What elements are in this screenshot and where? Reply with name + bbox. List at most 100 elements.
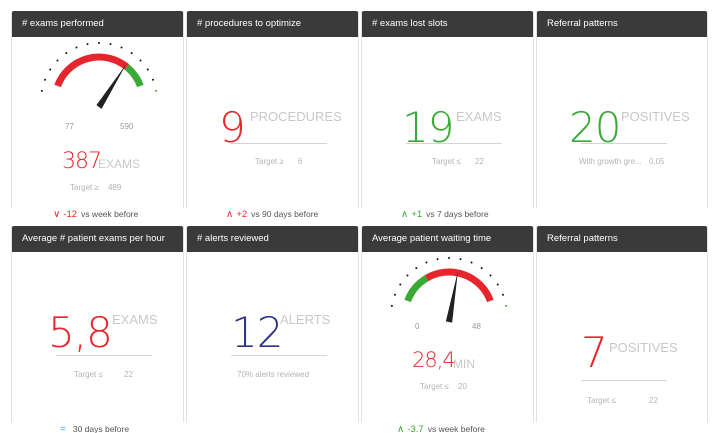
kpi-unit: EXAMS bbox=[456, 109, 502, 124]
kpi-unit: EXAMS bbox=[112, 312, 158, 327]
gauge-tick-dot bbox=[480, 267, 483, 270]
gauge-band-green bbox=[124, 64, 144, 88]
target-value: 22 bbox=[124, 370, 133, 379]
chevron-down-icon: ∨ bbox=[53, 209, 61, 220]
gauge-tick-dot bbox=[40, 89, 43, 92]
divider bbox=[581, 143, 667, 144]
tile-title: Referral patterns bbox=[537, 226, 707, 252]
delta-value: +2 bbox=[236, 209, 248, 220]
kpi-unit: POSITIVES bbox=[609, 340, 678, 355]
target-label: Target ≥ bbox=[255, 157, 284, 166]
delta-value: +1 bbox=[411, 209, 423, 220]
gauge-min-label: 0 bbox=[415, 322, 420, 331]
target-value: 6 bbox=[298, 157, 303, 166]
target-value: 22 bbox=[475, 157, 484, 166]
gauge-band-red bbox=[424, 268, 494, 303]
gauge-min-label: 77 bbox=[65, 122, 74, 131]
target-row: Target ≥ 489 bbox=[70, 183, 121, 192]
target-row: Target ≤ 20 bbox=[420, 382, 467, 391]
target-value: 489 bbox=[108, 183, 122, 192]
kpi-tile-referral-patterns-2[interactable]: Referral patterns 7 POSITIVES Target ≤ 2… bbox=[536, 226, 708, 422]
kpi-unit: MIN bbox=[453, 357, 475, 371]
gauge-tick-dot bbox=[425, 261, 428, 264]
target-row: Target ≤ 22 bbox=[74, 370, 133, 379]
target-label: With growth gre... bbox=[579, 157, 642, 166]
gauge-tick-dot bbox=[390, 304, 393, 307]
gauge-tick-dot bbox=[415, 267, 418, 270]
gauge-tick-dot bbox=[49, 68, 52, 71]
gauge-tick-dot bbox=[155, 89, 158, 92]
gauge-tick-dot bbox=[120, 46, 123, 49]
kpi-tile-exams-performed[interactable]: # exams performed 77 590 387 EXAMS Targe… bbox=[11, 11, 184, 208]
divider bbox=[406, 143, 502, 144]
gauge-tick-dot bbox=[130, 52, 133, 55]
gauge-tick-dot bbox=[146, 68, 149, 71]
target-label: Target ≥ bbox=[70, 183, 99, 192]
divider bbox=[56, 355, 152, 356]
kpi-value: 7 bbox=[581, 328, 608, 377]
gauge-tick-dot bbox=[109, 43, 112, 46]
tile-footer-exams-lost-slots: ∧ +1 vs 7 days before bbox=[401, 209, 489, 220]
gauge-needle bbox=[445, 270, 458, 323]
tile-footer-procedures: ∧ +2 vs 90 days before bbox=[226, 209, 318, 220]
gauge-chart bbox=[40, 42, 158, 109]
target-label: Target ≤ bbox=[587, 396, 616, 405]
tile-title: Average # patient exams per hour bbox=[12, 226, 183, 252]
divider bbox=[581, 380, 667, 381]
kpi-value: 5,8 bbox=[48, 308, 113, 357]
gauge-tick-dot bbox=[496, 283, 499, 286]
footer-text: vs week before bbox=[81, 209, 139, 219]
footer-text: vs 7 days before bbox=[426, 209, 489, 219]
kpi-unit: ALERTS bbox=[280, 312, 331, 327]
gauge-tick-dot bbox=[459, 258, 462, 261]
gauge-tick-dot bbox=[505, 304, 508, 307]
gauge-tick-dot bbox=[86, 43, 89, 46]
gauge-chart bbox=[390, 257, 508, 323]
chevron-up-icon: ∧ bbox=[226, 209, 234, 220]
tile-title: Average patient waiting time bbox=[362, 226, 533, 252]
target-label: Target ≤ bbox=[420, 382, 449, 391]
tile-footer-waiting-time: ∧ -3.7 vs week before bbox=[397, 424, 485, 433]
divider bbox=[231, 355, 327, 356]
target-row: Target ≤ 22 bbox=[587, 396, 658, 405]
target-label: Target ≤ bbox=[74, 370, 103, 379]
footer-text: vs 90 days before bbox=[251, 209, 319, 219]
kpi-tile-exams-lost-slots[interactable]: # exams lost slots 19 EXAMS Target ≤ 22 bbox=[361, 11, 534, 208]
divider bbox=[231, 143, 327, 144]
gauge-tick-dot bbox=[436, 258, 439, 261]
delta-value: -3.7 bbox=[407, 424, 424, 433]
footer-text: vs week before bbox=[427, 424, 485, 433]
gauge-tick-dot bbox=[44, 78, 47, 81]
gauge-tick-dot bbox=[139, 59, 142, 62]
kpi-unit: POSITIVES bbox=[621, 109, 690, 124]
kpi-tile-referral-patterns-1[interactable]: Referral patterns 20 POSITIVES With grow… bbox=[536, 11, 708, 208]
gauge-tick-dot bbox=[501, 293, 504, 296]
gauge-tick-dot bbox=[65, 52, 68, 55]
gauge-tick-dot bbox=[470, 261, 473, 264]
kpi-unit: EXAMS bbox=[98, 157, 141, 171]
tile-title: # exams performed bbox=[12, 11, 183, 37]
kpi-value: 12 bbox=[231, 308, 283, 357]
target-row: Target ≤ 22 bbox=[432, 157, 484, 166]
target-row: With growth gre... 0,05 bbox=[579, 157, 665, 166]
tile-footer-exams-per-hour: = 30 days before bbox=[60, 424, 129, 433]
chevron-up-icon: ∧ bbox=[397, 424, 405, 433]
kpi-value: 28,4 bbox=[412, 348, 456, 372]
tile-title: # procedures to optimize bbox=[187, 11, 358, 37]
gauge-tick-dot bbox=[489, 274, 492, 277]
kpi-tile-procedures[interactable]: # procedures to optimize 9 PROCEDURES Ta… bbox=[186, 11, 359, 208]
gauge-tick-dot bbox=[151, 78, 154, 81]
gauge-needle bbox=[96, 63, 127, 109]
kpi-unit: PROCEDURES bbox=[250, 109, 342, 124]
gauge-tick-dot bbox=[75, 46, 78, 49]
footer-text: 30 days before bbox=[72, 424, 130, 433]
target-row: Target ≥ 6 bbox=[255, 157, 302, 166]
gauge-tick-dot bbox=[448, 257, 450, 259]
tile-title: Referral patterns bbox=[537, 11, 707, 37]
kpi-tile-waiting-time[interactable]: Average patient waiting time 0 48 28,4 M… bbox=[361, 226, 534, 422]
kpi-tile-exams-per-hour[interactable]: Average # patient exams per hour 5,8 EXA… bbox=[11, 226, 184, 422]
gauge-tick-dot bbox=[399, 283, 402, 286]
kpi-tile-alerts-reviewed[interactable]: # alerts reviewed 12 ALERTS 70% alerts r… bbox=[186, 226, 359, 422]
target-label: 70% alerts reviewed bbox=[237, 370, 310, 379]
target-label: Target ≤ bbox=[432, 157, 461, 166]
